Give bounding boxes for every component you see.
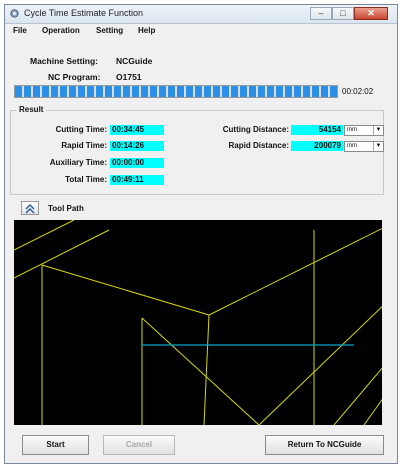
cutting-time-value: 00:34:45 <box>110 125 164 135</box>
menu-bar: File Operation Setting Help <box>5 24 397 39</box>
rapid-time-label: Rapid Time: <box>61 141 107 150</box>
machine-setting-label: Machine Setting: <box>30 56 99 66</box>
cutting-distance-value: 54154 <box>291 125 343 135</box>
path-line <box>14 220 75 251</box>
close-button[interactable]: ✕ <box>354 7 388 20</box>
window-title: Cycle Time Estimate Function <box>24 8 144 18</box>
cancel-button[interactable]: Cancel <box>103 435 175 455</box>
rapid-distance-unit-select[interactable]: mm ▼ <box>344 141 384 152</box>
dropdown-arrow-icon: ▼ <box>373 126 383 135</box>
cutting-distance-unit-select[interactable]: mm ▼ <box>344 125 384 136</box>
menu-setting[interactable]: Setting <box>96 26 123 35</box>
tool-path-canvas[interactable] <box>14 220 382 425</box>
tool-path-label: Tool Path <box>48 204 84 213</box>
collapse-arrow-icon <box>25 204 35 214</box>
rapid-time-value: 00:14:26 <box>110 141 164 151</box>
auxiliary-time-label: Auxiliary Time: <box>49 158 107 167</box>
total-time-label: Total Time: <box>65 175 107 184</box>
gear-app-icon <box>10 9 19 18</box>
rapid-distance-value: 200079 <box>291 141 343 151</box>
title-bar[interactable]: Cycle Time Estimate Function – □ ✕ <box>5 5 397 24</box>
menu-help[interactable]: Help <box>138 26 155 35</box>
path-line <box>333 367 382 425</box>
maximize-button[interactable]: □ <box>332 7 354 20</box>
cutting-distance-unit: mm <box>347 127 357 133</box>
path-line <box>41 264 210 316</box>
menu-operation[interactable]: Operation <box>42 26 80 35</box>
path-line <box>258 306 382 425</box>
rapid-distance-unit: mm <box>347 143 357 149</box>
machine-setting-value: NCGuide <box>116 56 153 66</box>
menu-file[interactable]: File <box>13 26 27 35</box>
start-button[interactable]: Start <box>22 435 89 455</box>
total-time-value: 00:49:11 <box>110 175 164 185</box>
path-line <box>141 317 260 425</box>
dropdown-arrow-icon: ▼ <box>373 142 383 151</box>
nc-program-value: O1751 <box>116 72 142 82</box>
return-to-ncguide-button[interactable]: Return To NCGuide <box>265 435 384 455</box>
minimize-button[interactable]: – <box>310 7 332 20</box>
progress-bar <box>14 85 338 98</box>
rapid-distance-label: Rapid Distance: <box>228 141 289 150</box>
result-legend: Result <box>16 105 47 114</box>
elapsed-time: 00:02:02 <box>342 87 374 96</box>
nc-program-label: NC Program: <box>48 72 101 82</box>
tool-path-drawing <box>14 220 382 425</box>
path-line <box>363 398 382 425</box>
cutting-distance-label: Cutting Distance: <box>222 125 289 134</box>
auxiliary-time-value: 00:00:00 <box>110 158 164 168</box>
path-line <box>208 227 382 316</box>
tool-path-toggle-button[interactable] <box>21 201 39 215</box>
cutting-time-label: Cutting Time: <box>55 125 107 134</box>
path-line <box>203 314 210 425</box>
progress-fill <box>15 86 337 97</box>
